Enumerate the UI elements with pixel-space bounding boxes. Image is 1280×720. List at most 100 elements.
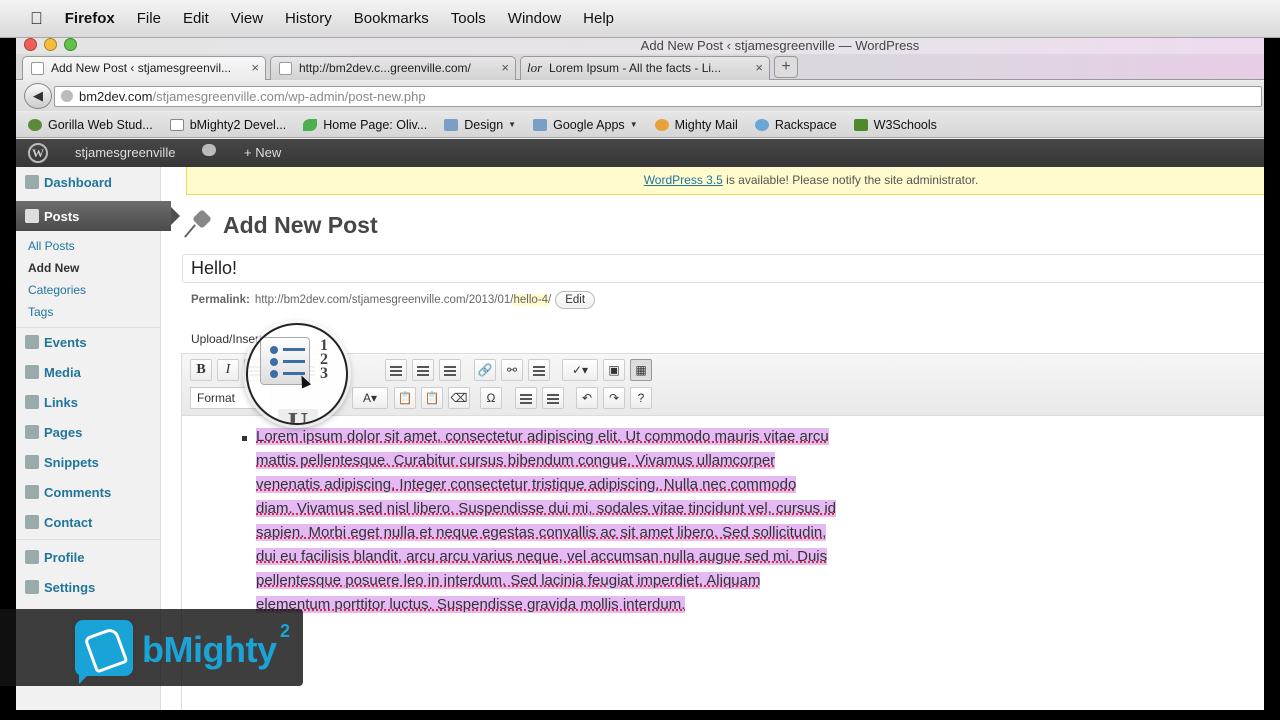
menu-file[interactable]: File: [137, 10, 161, 27]
fullscreen-button[interactable]: ▣: [603, 359, 625, 381]
bookmark-folder-design[interactable]: Design ▼: [444, 118, 516, 132]
sidebar-item-media[interactable]: Media: [16, 357, 161, 387]
apple-icon[interactable]: : [30, 9, 43, 29]
navigation-bar: ◀ bm2dev.com/stjamesgreenville.com/wp-ad…: [16, 81, 1264, 111]
indent-button[interactable]: [542, 387, 564, 409]
permalink-row: Permalink: http://bm2dev.com/stjamesgree…: [191, 291, 596, 309]
permalink-edit-button[interactable]: Edit: [555, 291, 596, 309]
insert-link-button[interactable]: 🔗: [474, 359, 496, 381]
sidebar-item-events[interactable]: Events: [16, 327, 161, 357]
insert-more-button[interactable]: [528, 359, 550, 381]
unlink-button[interactable]: ⚯: [501, 359, 523, 381]
sidebar-item-posts[interactable]: Posts: [16, 201, 180, 231]
wordpress-logo-icon[interactable]: W: [28, 143, 48, 163]
site-identity-icon[interactable]: [61, 90, 73, 102]
sidebar-item-links[interactable]: Links: [16, 387, 161, 417]
sidebar-item-pages[interactable]: Pages: [16, 417, 161, 447]
back-button[interactable]: ◀: [24, 83, 52, 109]
bookmark-label: Rackspace: [774, 117, 837, 132]
sidebar-subitem-all-posts[interactable]: All Posts: [28, 239, 75, 253]
admin-bar-new-button[interactable]: + New: [244, 145, 281, 160]
paste-text-button[interactable]: 📋: [394, 387, 416, 409]
list-bullet: [242, 436, 247, 441]
special-character-button[interactable]: Ω: [480, 387, 502, 409]
sidebar-item-label: Events: [44, 334, 87, 350]
pages-icon: [25, 425, 39, 439]
undo-button[interactable]: ↶: [576, 387, 598, 409]
sidebar-item-settings[interactable]: Settings: [16, 572, 161, 602]
close-tab-icon[interactable]: ×: [501, 57, 509, 79]
align-center-button[interactable]: [412, 359, 434, 381]
bookmark-rackspace[interactable]: Rackspace: [754, 117, 837, 132]
url-path: /stjamesgreenville.com/wp-admin/post-new…: [152, 89, 426, 104]
tab-bar: Add New Post ‹ stjamesgreenvil... × http…: [16, 54, 1264, 80]
help-button[interactable]: ?: [630, 387, 652, 409]
sidebar-item-snippets[interactable]: Snippets: [16, 447, 161, 477]
admin-bar-site-link[interactable]: stjamesgreenville: [75, 145, 175, 160]
tab-lorem-ipsum[interactable]: lor Lorem Ipsum - All the facts - Li... …: [520, 56, 770, 80]
sidebar-item-label: Comments: [44, 484, 112, 500]
new-tab-button[interactable]: +: [774, 56, 798, 78]
upload-insert-label[interactable]: Upload/Insert: [191, 332, 262, 346]
folder-icon: [444, 118, 459, 131]
list-item-text[interactable]: Lorem ipsum dolor sit amet, consectetur …: [256, 425, 837, 617]
close-tab-icon[interactable]: ×: [755, 57, 763, 79]
menu-firefox[interactable]: Firefox: [65, 10, 115, 27]
sidebar-subitem-categories[interactable]: Categories: [28, 283, 86, 297]
bookmark-home-page[interactable]: Home Page: Oliv...: [303, 118, 427, 132]
spellcheck-button[interactable]: ✓▾: [562, 359, 598, 381]
wp-admin-bar: W stjamesgreenville + New: [16, 139, 1264, 167]
bold-button[interactable]: B: [190, 359, 212, 381]
menu-view[interactable]: View: [231, 10, 263, 27]
kitchen-sink-icon: ▦: [635, 363, 647, 377]
post-title-input[interactable]: Hello!: [182, 254, 1264, 283]
update-notice-link[interactable]: WordPress 3.5: [644, 173, 723, 187]
page-icon: [279, 62, 292, 75]
spellcheck-icon: ✓▾: [571, 363, 589, 377]
paste-word-button[interactable]: 📋: [421, 387, 443, 409]
bookmark-w3schools[interactable]: W3Schools: [853, 118, 937, 132]
outdent-button[interactable]: [515, 387, 537, 409]
mail-icon: [654, 118, 669, 131]
bookmark-mighty-mail[interactable]: Mighty Mail: [654, 118, 738, 132]
window-titlebar: Add New Post ‹ stjamesgreenville — WordP…: [16, 38, 1264, 54]
sidebar-subitem-tags[interactable]: Tags: [28, 305, 53, 319]
bookmark-folder-google-apps[interactable]: Google Apps ▼: [533, 118, 638, 132]
sidebar-item-contact[interactable]: Contact: [16, 507, 161, 537]
bookmark-gorilla[interactable]: Gorilla Web Stud...: [28, 118, 153, 132]
permalink-slug[interactable]: hello-4: [513, 294, 549, 306]
menu-help[interactable]: Help: [583, 10, 614, 27]
tab-bm2dev[interactable]: http://bm2dev.c...greenville.com/ ×: [270, 56, 516, 80]
editor-content-area[interactable]: Lorem ipsum dolor sit amet, consectetur …: [182, 417, 1264, 710]
menu-history[interactable]: History: [285, 10, 332, 27]
bookmark-label: Google Apps: [553, 117, 625, 132]
page-heading: Add New Post: [183, 209, 378, 241]
sidebar-item-label: Pages: [44, 424, 83, 440]
contact-icon: [25, 515, 39, 529]
menu-edit[interactable]: Edit: [183, 10, 209, 27]
italic-button[interactable]: I: [217, 359, 239, 381]
align-right-button[interactable]: [439, 359, 461, 381]
align-left-button[interactable]: [385, 359, 407, 381]
bookmark-bmighty2[interactable]: bMighty2 Devel...: [169, 118, 286, 132]
menu-window[interactable]: Window: [508, 10, 561, 27]
remove-format-button[interactable]: ⌫: [448, 387, 470, 409]
sidebar-item-comments[interactable]: Comments: [16, 477, 161, 507]
tab-add-new-post[interactable]: Add New Post ‹ stjamesgreenvil... ×: [22, 56, 266, 80]
redo-button[interactable]: ↷: [603, 387, 625, 409]
menu-tools[interactable]: Tools: [451, 10, 486, 27]
sidebar-subitem-add-new[interactable]: Add New: [28, 261, 79, 275]
profile-icon: [25, 550, 39, 564]
kitchen-sink-button[interactable]: ▦: [630, 359, 652, 381]
comments-icon: [25, 485, 39, 499]
text-color-button[interactable]: A▾: [352, 387, 388, 409]
dropdown-caret-icon: ▼: [508, 120, 517, 129]
sidebar-item-dashboard[interactable]: Dashboard: [16, 167, 161, 197]
comments-bubble-icon[interactable]: [202, 144, 216, 156]
sidebar-item-profile[interactable]: Profile: [16, 542, 161, 572]
close-tab-icon[interactable]: ×: [251, 57, 259, 79]
menu-bookmarks[interactable]: Bookmarks: [354, 10, 429, 27]
link-icon: [25, 395, 39, 409]
url-input[interactable]: bm2dev.com/stjamesgreenville.com/wp-admi…: [54, 86, 1262, 107]
gorilla-icon: [28, 118, 42, 131]
